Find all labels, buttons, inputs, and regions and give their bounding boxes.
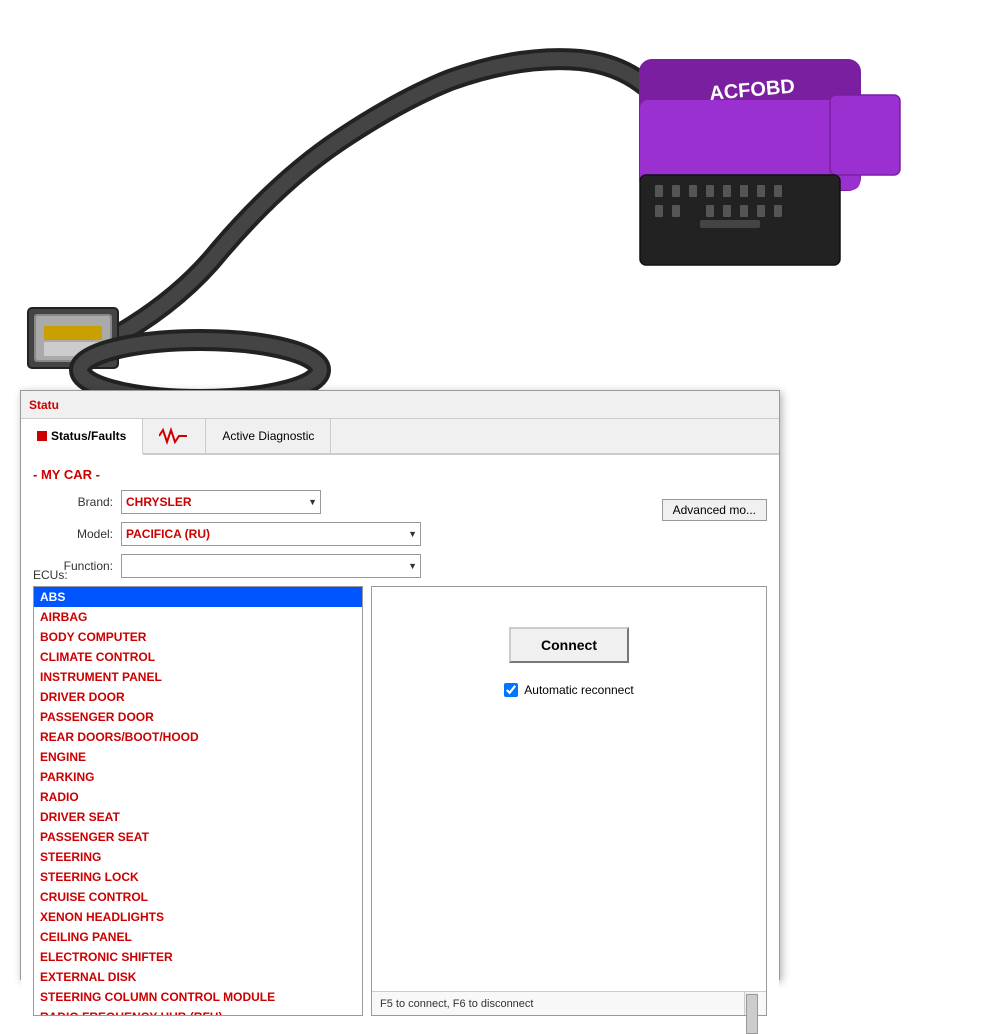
connect-panel: Connect Automatic reconnect F5 to connec… bbox=[371, 586, 767, 1016]
function-option[interactable]: BODY COMPUTER bbox=[34, 627, 362, 647]
function-option[interactable]: RADIO FREQUENCY HUB (RFH) bbox=[34, 1007, 362, 1015]
brand-select[interactable]: CHRYSLER bbox=[121, 490, 321, 514]
tab-bar: Status/Faults Active Diagnostic bbox=[21, 419, 779, 455]
function-option[interactable]: REAR DOORS/BOOT/HOOD bbox=[34, 727, 362, 747]
connect-button[interactable]: Connect bbox=[509, 627, 629, 663]
status-bottom-text: F5 to connect, F6 to disconnect bbox=[380, 998, 533, 1010]
status-red-icon bbox=[37, 431, 47, 441]
advanced-mode-button[interactable]: Advanced mo... bbox=[662, 499, 767, 521]
function-option[interactable]: STEERING COLUMN CONTROL MODULE bbox=[34, 987, 362, 1007]
auto-reconnect-row: Automatic reconnect bbox=[504, 683, 633, 697]
function-option[interactable]: PARKING bbox=[34, 767, 362, 787]
function-option[interactable]: INSTRUMENT PANEL bbox=[34, 667, 362, 687]
function-option[interactable]: EXTERNAL DISK bbox=[34, 967, 362, 987]
ecus-section: ECUs: ABSAIRBAGBODY COMPUTERCLIMATE CONT… bbox=[33, 586, 363, 1016]
waveform-icon bbox=[159, 426, 189, 446]
function-dropdown-list[interactable]: ABSAIRBAGBODY COMPUTERCLIMATE CONTROLINS… bbox=[34, 587, 362, 1015]
brand-label: Brand: bbox=[33, 495, 113, 509]
tab-waveform[interactable] bbox=[143, 419, 206, 453]
software-panel: Statu Status/Faults Active Diagnostic Ad… bbox=[20, 390, 780, 980]
function-option[interactable]: PASSENGER SEAT bbox=[34, 827, 362, 847]
scroll-thumb bbox=[746, 994, 758, 1034]
function-select-wrapper[interactable] bbox=[121, 554, 421, 578]
model-select-wrapper[interactable]: PACIFICA (RU) bbox=[121, 522, 421, 546]
function-option[interactable]: CEILING PANEL bbox=[34, 927, 362, 947]
model-label: Model: bbox=[33, 527, 113, 541]
scrollbar[interactable] bbox=[744, 992, 758, 1015]
function-option[interactable]: RADIO bbox=[34, 787, 362, 807]
function-option[interactable]: CRUISE CONTROL bbox=[34, 887, 362, 907]
tab-active-diagnostic-label: Active Diagnostic bbox=[222, 429, 314, 443]
brand-row: Brand: CHRYSLER bbox=[33, 490, 767, 514]
function-option[interactable]: PASSENGER DOOR bbox=[34, 707, 362, 727]
svg-text:ACFOBD: ACFOBD bbox=[709, 76, 796, 105]
model-select[interactable]: PACIFICA (RU) bbox=[121, 522, 421, 546]
function-option[interactable]: ENGINE bbox=[34, 747, 362, 767]
function-option[interactable]: DRIVER SEAT bbox=[34, 807, 362, 827]
ecus-panel[interactable]: ABSAIRBAGBODY COMPUTERCLIMATE CONTROLINS… bbox=[33, 586, 363, 1016]
function-option[interactable]: CLIMATE CONTROL bbox=[34, 647, 362, 667]
function-option[interactable]: AIRBAG bbox=[34, 607, 362, 627]
main-content: Advanced mo... - MY CAR - Brand: CHRYSLE… bbox=[21, 455, 779, 1024]
tab-status-faults-label: Status/Faults bbox=[51, 429, 126, 443]
function-option[interactable]: DRIVER DOOR bbox=[34, 687, 362, 707]
function-row: Function: bbox=[33, 554, 767, 578]
ecus-label: ECUs: bbox=[33, 568, 68, 582]
my-car-title: - MY CAR - bbox=[33, 467, 767, 482]
tab-status-faults[interactable]: Status/Faults bbox=[21, 419, 143, 455]
status-label: Statu bbox=[29, 398, 59, 412]
header-stripe: Statu bbox=[21, 391, 779, 419]
auto-reconnect-label: Automatic reconnect bbox=[524, 683, 633, 697]
two-column-area: ECUs: ABSAIRBAGBODY COMPUTERCLIMATE CONT… bbox=[33, 586, 767, 1016]
brand-select-wrapper[interactable]: CHRYSLER bbox=[121, 490, 321, 514]
connect-status-bar: F5 to connect, F6 to disconnect bbox=[372, 991, 766, 1015]
function-option[interactable]: STEERING bbox=[34, 847, 362, 867]
function-option[interactable]: ABS bbox=[34, 587, 362, 607]
auto-reconnect-checkbox[interactable] bbox=[504, 683, 518, 697]
device-image: ACFOBD bbox=[0, 0, 1000, 420]
model-row: Model: PACIFICA (RU) bbox=[33, 522, 767, 546]
tab-active-diagnostic[interactable]: Active Diagnostic bbox=[206, 419, 331, 453]
function-option[interactable]: XENON HEADLIGHTS bbox=[34, 907, 362, 927]
function-option[interactable]: STEERING LOCK bbox=[34, 867, 362, 887]
function-select[interactable] bbox=[121, 554, 421, 578]
function-option[interactable]: ELECTRONIC SHIFTER bbox=[34, 947, 362, 967]
